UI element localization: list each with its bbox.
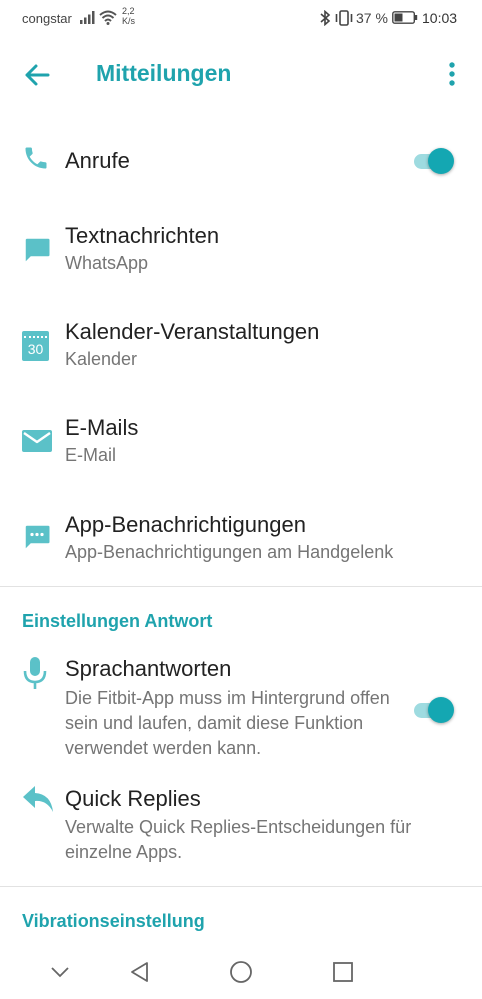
page-title: Mitteilungen — [96, 60, 232, 86]
toggle-thumb — [428, 697, 454, 723]
section-header-vibration: Vibrationseinstellung — [22, 911, 205, 931]
nav-recents-button[interactable] — [328, 957, 358, 987]
notification-row-text-messages[interactable]: Textnachrichten WhatsApp — [0, 215, 482, 285]
network-speed: 2,2 K/s — [122, 6, 144, 26]
row-subtitle: App-Benachrichtigungen am Handgelenk — [65, 542, 394, 562]
row-subtitle: E-Mail — [65, 445, 117, 465]
phone-icon — [25, 147, 47, 169]
message-icon — [25, 238, 50, 262]
nav-hide-keyboard-button[interactable] — [45, 957, 75, 987]
row-subtitle: WhatsApp — [65, 253, 149, 273]
calendar-ring-row — [24, 333, 47, 338]
section-header-reply-settings: Einstellungen Antwort — [22, 611, 213, 631]
speed-value: 2,2 — [122, 6, 135, 16]
section-divider — [0, 586, 482, 587]
reply-icon — [23, 786, 53, 812]
battery-icon — [392, 11, 418, 24]
back-button[interactable] — [20, 58, 54, 92]
row-title: E-Mails — [65, 415, 139, 440]
reply-row-voice-replies[interactable]: Sprachantworten Die Fitbit-App muss im H… — [0, 648, 482, 766]
notification-row-app-notifications[interactable]: App-Benachrichtigungen App-Benachrichtig… — [0, 504, 482, 574]
notification-row-calendar[interactable]: 30 Kalender-Veranstaltungen Kalender — [0, 311, 482, 381]
back-triangle-icon — [131, 962, 148, 982]
home-circle-icon — [230, 961, 252, 983]
app-bar: Mitteilungen — [0, 36, 482, 112]
chat-dots-icon — [25, 525, 50, 549]
row-title: Sprachantworten — [65, 656, 232, 681]
calls-toggle[interactable] — [412, 146, 456, 176]
section-divider — [0, 886, 482, 887]
more-options-button[interactable] — [440, 58, 464, 90]
vibrate-icon — [335, 10, 353, 26]
bluetooth-icon — [320, 10, 331, 26]
reply-row-quick-replies[interactable]: Quick Replies Verwalte Quick Replies-Ent… — [0, 778, 482, 868]
system-nav-bar — [0, 945, 482, 999]
more-vert-icon — [449, 62, 455, 86]
arrow-back-icon — [25, 64, 50, 86]
battery-percent: 37 % — [356, 10, 388, 26]
row-title: Quick Replies — [65, 786, 201, 811]
microphone-icon — [23, 657, 47, 689]
voice-replies-toggle[interactable] — [412, 695, 456, 725]
row-title: Anrufe — [65, 148, 130, 173]
row-title: App-Benachrichtigungen — [65, 512, 306, 537]
row-title: Kalender-Veranstaltungen — [65, 319, 320, 344]
nav-home-button[interactable] — [226, 957, 256, 987]
signal-icon — [80, 11, 95, 24]
row-subtitle: Die Fitbit-App muss im Hintergrund offen… — [65, 688, 390, 758]
nav-back-button[interactable] — [124, 957, 154, 987]
chevron-down-icon — [51, 967, 69, 978]
calendar-day-number: 30 — [27, 341, 44, 357]
row-title: Textnachrichten — [65, 223, 220, 248]
row-subtitle: Kalender — [65, 349, 138, 369]
notification-row-calls[interactable]: Anrufe — [0, 130, 482, 192]
row-subtitle: Verwalte Quick Replies-Entscheidungen fü… — [65, 817, 412, 862]
carrier-label: congstar — [22, 11, 72, 26]
status-bar: congstar 2,2 K/s 37 % 10:03 — [0, 0, 482, 36]
recents-square-icon — [333, 962, 353, 982]
clock: 10:03 — [422, 10, 458, 26]
mail-icon — [22, 430, 52, 452]
toggle-thumb — [428, 148, 454, 174]
speed-unit: K/s — [122, 16, 136, 26]
wifi-icon — [99, 10, 117, 25]
calendar-icon: 30 — [22, 331, 49, 361]
notification-row-emails[interactable]: E-Mails E-Mail — [0, 407, 482, 477]
